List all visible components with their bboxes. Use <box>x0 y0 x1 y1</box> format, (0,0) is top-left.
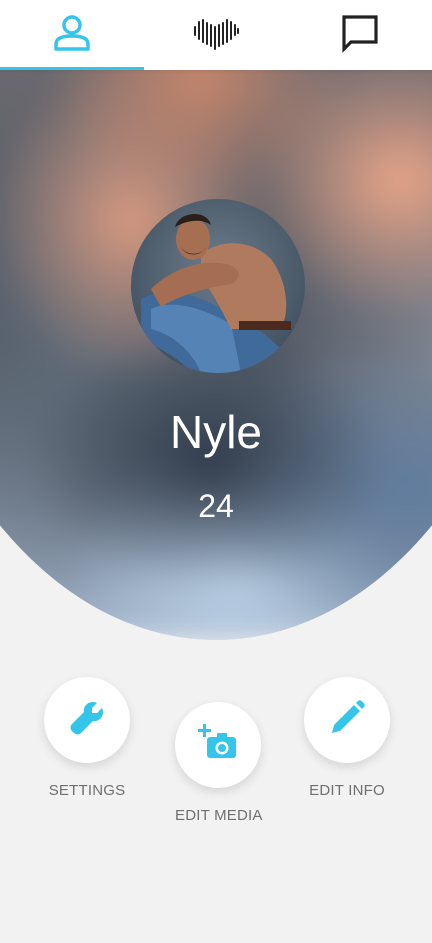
profile-age: 24 <box>198 488 234 524</box>
top-tab-bar <box>0 0 432 70</box>
edit-media-action: EDIT MEDIA <box>175 702 263 824</box>
edit-info-action: EDIT INFO <box>304 677 390 799</box>
tab-profile[interactable] <box>0 0 144 70</box>
pencil-icon <box>327 698 367 743</box>
settings-action: SETTINGS <box>44 677 130 799</box>
chat-icon <box>340 13 380 58</box>
wrench-icon <box>67 698 107 743</box>
avatar[interactable] <box>131 199 305 373</box>
profile-icon <box>52 13 92 58</box>
edit-info-button[interactable] <box>304 677 390 763</box>
edit-media-button[interactable] <box>175 702 261 788</box>
edit-media-label: EDIT MEDIA <box>175 807 263 824</box>
settings-label: SETTINGS <box>48 782 126 799</box>
edit-info-label: EDIT INFO <box>309 782 385 799</box>
tab-messages[interactable] <box>288 0 432 70</box>
profile-name: Nyle <box>169 406 263 458</box>
heart-pulse-icon <box>192 15 240 56</box>
add-camera-icon <box>198 723 238 768</box>
tab-discover[interactable] <box>144 0 288 70</box>
settings-button[interactable] <box>44 677 130 763</box>
